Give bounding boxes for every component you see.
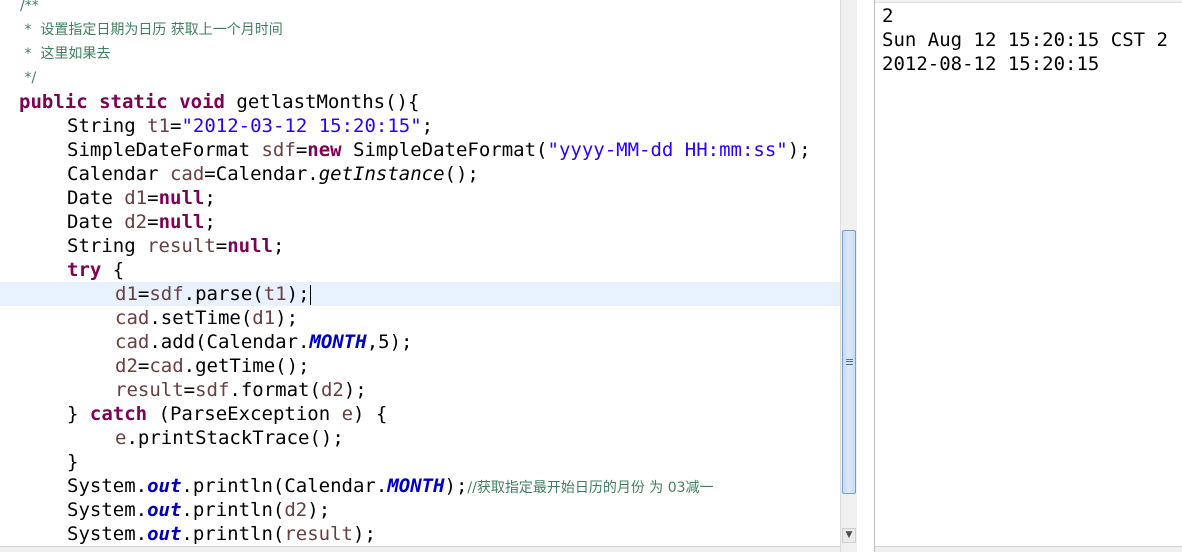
code-line-println-month: System.out.println(Calendar.MONTH);//获取指… bbox=[67, 475, 714, 497]
grip-icon bbox=[846, 359, 853, 365]
console-horizontal-scrollbar[interactable] bbox=[875, 546, 1182, 552]
code-line-method-signature: public static void getlastMonths(){ bbox=[19, 91, 420, 113]
code-line-println-d2: System.out.println(d2); bbox=[67, 499, 331, 521]
code-line-catch-close: } bbox=[67, 451, 79, 473]
code-line-println-result: System.out.println(result); bbox=[67, 523, 376, 545]
code-line-comment-2: * 这里如果去 bbox=[20, 46, 111, 62]
code-line-t1-decl: String t1="2012-03-12 15:20:15"; bbox=[67, 115, 434, 137]
code-line-try: try { bbox=[67, 259, 125, 281]
code-line-gettime: d2=cad.getTime(); bbox=[115, 355, 310, 377]
code-line-printstacktrace: e.printStackTrace(); bbox=[115, 427, 344, 449]
console-line: 2012-08-12 15:20:15 bbox=[882, 53, 1100, 75]
console-output[interactable]: 2 Sun Aug 12 15:20:15 CST 2 2012-08-12 1… bbox=[875, 0, 1182, 552]
code-line-d2-decl: Date d2=null; bbox=[67, 211, 216, 233]
code-line-add: cad.add(Calendar.MONTH,5); bbox=[115, 331, 413, 353]
code-line-parse: d1=sdf.parse(t1); bbox=[115, 283, 311, 305]
console-line: 2 bbox=[882, 5, 894, 27]
code-line-settime: cad.setTime(d1); bbox=[115, 307, 299, 329]
editor-horizontal-scrollbar[interactable] bbox=[0, 546, 857, 552]
code-line-result-decl: String result=null; bbox=[67, 235, 285, 257]
editor-scrollbar-thumb[interactable] bbox=[842, 230, 856, 494]
pane-splitter[interactable] bbox=[857, 0, 875, 552]
code-line-comment-close: */ bbox=[20, 70, 37, 86]
console-line: Sun Aug 12 15:20:15 CST 2 bbox=[882, 29, 1168, 51]
code-line-catch: } catch (ParseException e) { bbox=[67, 403, 388, 425]
code-line-format: result=sdf.format(d2); bbox=[115, 379, 367, 401]
code-editor[interactable]: /** * 设置指定日期为日历 获取上一个月时间 * 这里如果去 */ publ… bbox=[0, 0, 840, 552]
code-line-d1-decl: Date d1=null; bbox=[67, 187, 216, 209]
code-line-sdf-decl: SimpleDateFormat sdf=new SimpleDateForma… bbox=[67, 139, 811, 161]
console-header-edge bbox=[875, 0, 1182, 3]
code-line-cad-decl: Calendar cad=Calendar.getInstance(); bbox=[67, 163, 479, 185]
editor-vertical-scrollbar[interactable]: ▼ bbox=[840, 0, 857, 552]
code-line-comment-1: * 设置指定日期为日历 获取上一个月时间 bbox=[20, 22, 283, 38]
scroll-down-arrow-icon[interactable]: ▼ bbox=[842, 528, 856, 543]
text-caret bbox=[309, 284, 311, 305]
code-line-comment-open: /** bbox=[20, 0, 39, 14]
